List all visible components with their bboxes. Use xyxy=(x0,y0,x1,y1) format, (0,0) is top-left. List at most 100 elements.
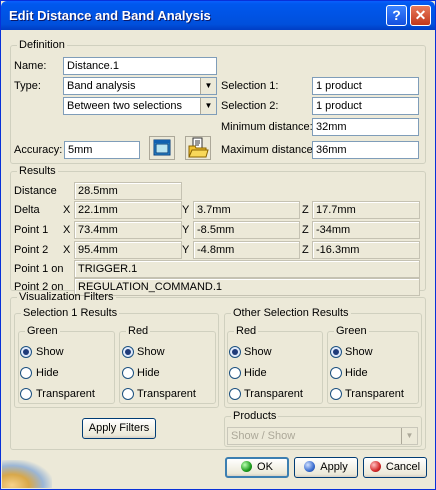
name-label: Name: xyxy=(14,60,47,72)
point1-on-label: Point 1 on xyxy=(14,263,64,275)
other-red-hide-radio[interactable] xyxy=(229,367,241,379)
point2-z-value: -16.3mm xyxy=(312,241,420,259)
other-green-transparent-label[interactable]: Transparent xyxy=(345,388,404,400)
apply-filters-button[interactable]: Apply Filters xyxy=(82,418,156,439)
sel1-green-hide-radio[interactable] xyxy=(20,367,32,379)
z-axis-label: Z xyxy=(302,204,309,216)
z-axis-label: Z xyxy=(302,224,309,236)
y-axis-label: Y xyxy=(182,224,190,236)
point2-y-value: -4.8mm xyxy=(193,241,300,259)
point1-on-value: TRIGGER.1 xyxy=(74,260,420,278)
point1-z-value: -34mm xyxy=(312,221,420,239)
x-axis-label: X xyxy=(63,204,71,216)
window-icon-button[interactable] xyxy=(149,136,175,160)
sel1-red-show-radio[interactable] xyxy=(122,346,134,358)
type-select-value: Band analysis xyxy=(67,80,136,92)
ok-label: OK xyxy=(257,461,273,473)
apply-label: Apply xyxy=(320,461,348,473)
point1-x-value: 73.4mm xyxy=(74,221,182,239)
mode-select[interactable]: Between two selections ▼ xyxy=(63,97,217,115)
sel1-green-hide-label[interactable]: Hide xyxy=(36,367,59,379)
selection1-label: Selection 1: xyxy=(221,80,279,92)
other-selection-results-legend: Other Selection Results xyxy=(233,307,349,319)
other-red-show-label[interactable]: Show xyxy=(244,346,272,358)
other-green-transparent-radio[interactable] xyxy=(330,388,342,400)
ok-button[interactable]: OK xyxy=(225,457,289,478)
mode-select-value: Between two selections xyxy=(67,100,182,112)
other-green-show-label[interactable]: Show xyxy=(345,346,373,358)
sel1-red-legend: Red xyxy=(128,325,149,337)
name-input[interactable]: Distance.1 xyxy=(63,57,217,75)
min-distance-input[interactable]: 32mm xyxy=(312,118,419,136)
z-axis-label: Z xyxy=(302,244,309,256)
selection2-label: Selection 2: xyxy=(221,100,279,112)
chevron-down-icon[interactable]: ▼ xyxy=(401,428,417,444)
apply-icon xyxy=(304,461,316,472)
x-axis-label: X xyxy=(63,224,71,236)
y-axis-label: Y xyxy=(182,204,190,216)
accuracy-label: Accuracy: xyxy=(14,144,63,156)
chevron-down-icon[interactable]: ▼ xyxy=(200,78,216,94)
other-red-legend: Red xyxy=(236,325,257,337)
sel1-green-transparent-radio[interactable] xyxy=(20,388,32,400)
other-green-show-radio[interactable] xyxy=(330,346,342,358)
visualization-filters-legend: Visualization Filters xyxy=(19,291,114,303)
sel1-green-show-radio[interactable] xyxy=(20,346,32,358)
selection1-results-legend: Selection 1 Results xyxy=(23,307,118,319)
other-green-hide-label[interactable]: Hide xyxy=(345,367,368,379)
folder-icon xyxy=(188,137,209,158)
help-button[interactable]: ? xyxy=(386,5,407,26)
other-green-legend: Green xyxy=(336,325,367,337)
point2-x-value: 95.4mm xyxy=(74,241,182,259)
other-red-show-radio[interactable] xyxy=(229,346,241,358)
title-bar[interactable]: Edit Distance and Band Analysis ? ✕ xyxy=(1,1,435,30)
open-folder-button[interactable] xyxy=(185,136,211,160)
sel1-green-legend: Green xyxy=(27,325,58,337)
sel1-green-transparent-label[interactable]: Transparent xyxy=(36,388,95,400)
window-title: Edit Distance and Band Analysis xyxy=(9,8,211,23)
cancel-icon xyxy=(369,461,381,472)
other-red-hide-label[interactable]: Hide xyxy=(244,367,267,379)
row-label: Point 1 xyxy=(14,224,49,236)
window-icon xyxy=(153,139,171,156)
row-label: Point 2 xyxy=(14,244,49,256)
sel1-red-hide-radio[interactable] xyxy=(122,367,134,379)
apply-button[interactable]: Apply xyxy=(294,457,358,478)
delta-x-value: 22.1mm xyxy=(74,201,182,219)
distance-label: Distance xyxy=(14,185,57,197)
other-red-transparent-label[interactable]: Transparent xyxy=(244,388,303,400)
products-select-value: Show / Show xyxy=(231,430,296,442)
sel1-red-transparent-label[interactable]: Transparent xyxy=(137,388,196,400)
sel1-red-hide-label[interactable]: Hide xyxy=(137,367,160,379)
results-legend: Results xyxy=(19,165,56,177)
ok-icon xyxy=(241,461,253,472)
dialog-window: Edit Distance and Band Analysis ? ✕ Defi… xyxy=(0,0,436,490)
selection2-input[interactable]: 1 product xyxy=(312,97,419,115)
min-distance-label: Minimum distance: xyxy=(221,121,313,133)
dialog-body: Definition Name: Distance.1 Type: Band a… xyxy=(2,30,434,488)
delta-z-value: 17.7mm xyxy=(312,201,420,219)
point1-y-value: -8.5mm xyxy=(193,221,300,239)
accuracy-input[interactable]: 5mm xyxy=(64,141,140,159)
x-axis-label: X xyxy=(63,244,71,256)
cancel-button[interactable]: Cancel xyxy=(363,457,427,478)
delta-y-value: 3.7mm xyxy=(193,201,300,219)
definition-legend: Definition xyxy=(19,39,65,51)
sel1-green-show-label[interactable]: Show xyxy=(36,346,64,358)
chevron-down-icon[interactable]: ▼ xyxy=(200,98,216,114)
products-legend: Products xyxy=(233,410,277,422)
distance-value: 28.5mm xyxy=(74,182,182,200)
type-select[interactable]: Band analysis ▼ xyxy=(63,77,217,95)
other-red-transparent-radio[interactable] xyxy=(229,388,241,400)
selection1-input[interactable]: 1 product xyxy=(312,77,419,95)
sel1-red-show-label[interactable]: Show xyxy=(137,346,165,358)
max-distance-input[interactable]: 36mm xyxy=(312,141,419,159)
products-select[interactable]: Show / Show ▼ xyxy=(227,427,418,445)
max-distance-label: Maximum distance: xyxy=(221,144,316,156)
other-green-hide-radio[interactable] xyxy=(330,367,342,379)
type-label: Type: xyxy=(14,80,41,92)
sel1-red-transparent-radio[interactable] xyxy=(122,388,134,400)
close-button[interactable]: ✕ xyxy=(410,5,431,26)
cancel-label: Cancel xyxy=(385,461,421,473)
row-label: Delta xyxy=(14,204,40,216)
